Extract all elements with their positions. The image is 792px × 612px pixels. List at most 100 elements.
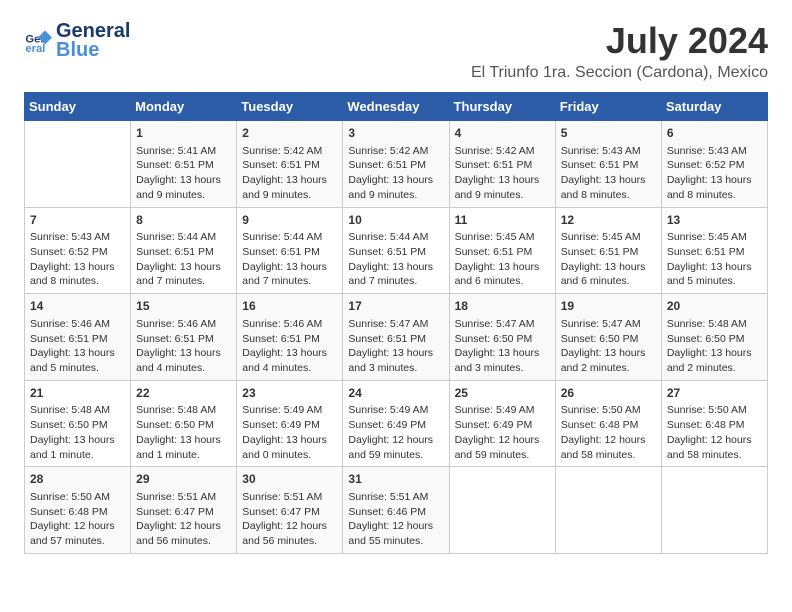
day-info: Sunrise: 5:44 AM Sunset: 6:51 PM Dayligh… xyxy=(242,230,337,289)
day-cell: 13Sunrise: 5:45 AM Sunset: 6:51 PM Dayli… xyxy=(661,207,767,294)
day-number: 16 xyxy=(242,298,337,315)
day-info: Sunrise: 5:42 AM Sunset: 6:51 PM Dayligh… xyxy=(348,144,443,203)
logo: Gen eral General Blue xyxy=(24,20,130,62)
day-info: Sunrise: 5:42 AM Sunset: 6:51 PM Dayligh… xyxy=(455,144,550,203)
day-cell: 20Sunrise: 5:48 AM Sunset: 6:50 PM Dayli… xyxy=(661,294,767,381)
day-info: Sunrise: 5:46 AM Sunset: 6:51 PM Dayligh… xyxy=(136,317,231,376)
day-number: 30 xyxy=(242,471,337,488)
day-number: 9 xyxy=(242,212,337,229)
day-number: 4 xyxy=(455,125,550,142)
day-info: Sunrise: 5:50 AM Sunset: 6:48 PM Dayligh… xyxy=(30,490,125,549)
day-number: 5 xyxy=(561,125,656,142)
day-number: 15 xyxy=(136,298,231,315)
day-info: Sunrise: 5:49 AM Sunset: 6:49 PM Dayligh… xyxy=(455,403,550,462)
day-cell: 3 Sunrise: 5:42 AM Sunset: 6:51 PM Daylig… xyxy=(343,121,449,208)
day-number: 19 xyxy=(561,298,656,315)
month-title: July 2024 xyxy=(471,20,768,62)
day-info: Sunrise: 5:43 AM Sunset: 6:52 PM Dayligh… xyxy=(667,144,762,203)
day-info: Sunrise: 5:41 AM Sunset: 6:51 PM Dayligh… xyxy=(136,144,231,203)
day-number: 3 xyxy=(348,125,443,142)
day-number: 2 xyxy=(242,125,337,142)
day-info: Sunrise: 5:48 AM Sunset: 6:50 PM Dayligh… xyxy=(30,403,125,462)
week-row-5: 28 Sunrise: 5:50 AM Sunset: 6:48 PM Dayli… xyxy=(25,467,768,554)
day-number: 7 xyxy=(30,212,125,229)
day-cell xyxy=(449,467,555,554)
day-number: 11 xyxy=(455,212,550,229)
day-info: Sunrise: 5:47 AM Sunset: 6:50 PM Dayligh… xyxy=(455,317,550,376)
day-cell: 4 Sunrise: 5:42 AM Sunset: 6:51 PM Daylig… xyxy=(449,121,555,208)
day-cell: 18 Sunrise: 5:47 AM Sunset: 6:50 PM Dayli… xyxy=(449,294,555,381)
day-info: Sunrise: 5:46 AM Sunset: 6:51 PM Dayligh… xyxy=(30,317,125,376)
day-info: Sunrise: 5:45 AM Sunset: 6:51 PM Dayligh… xyxy=(561,230,656,289)
column-header-wednesday: Wednesday xyxy=(343,93,449,121)
day-number: 27 xyxy=(667,385,762,402)
day-cell: 24Sunrise: 5:49 AM Sunset: 6:49 PM Dayli… xyxy=(343,380,449,467)
day-cell xyxy=(25,121,131,208)
column-header-monday: Monday xyxy=(131,93,237,121)
day-info: Sunrise: 5:45 AM Sunset: 6:51 PM Dayligh… xyxy=(667,230,762,289)
day-info: Sunrise: 5:49 AM Sunset: 6:49 PM Dayligh… xyxy=(348,403,443,462)
day-cell: 26Sunrise: 5:50 AM Sunset: 6:48 PM Dayli… xyxy=(555,380,661,467)
day-info: Sunrise: 5:51 AM Sunset: 6:47 PM Dayligh… xyxy=(242,490,337,549)
day-number: 22 xyxy=(136,385,231,402)
day-number: 6 xyxy=(667,125,762,142)
day-cell: 1 Sunrise: 5:41 AM Sunset: 6:51 PM Daylig… xyxy=(131,121,237,208)
day-info: Sunrise: 5:51 AM Sunset: 6:47 PM Dayligh… xyxy=(136,490,231,549)
day-number: 10 xyxy=(348,212,443,229)
day-number: 14 xyxy=(30,298,125,315)
day-number: 25 xyxy=(455,385,550,402)
day-info: Sunrise: 5:44 AM Sunset: 6:51 PM Dayligh… xyxy=(136,230,231,289)
week-row-2: 7Sunrise: 5:43 AM Sunset: 6:52 PM Daylig… xyxy=(25,207,768,294)
day-info: Sunrise: 5:49 AM Sunset: 6:49 PM Dayligh… xyxy=(242,403,337,462)
day-info: Sunrise: 5:50 AM Sunset: 6:48 PM Dayligh… xyxy=(667,403,762,462)
calendar-header-row: SundayMondayTuesdayWednesdayThursdayFrid… xyxy=(25,93,768,121)
column-header-saturday: Saturday xyxy=(661,93,767,121)
day-cell: 12Sunrise: 5:45 AM Sunset: 6:51 PM Dayli… xyxy=(555,207,661,294)
day-number: 31 xyxy=(348,471,443,488)
day-cell: 16 Sunrise: 5:46 AM Sunset: 6:51 PM Dayli… xyxy=(237,294,343,381)
day-cell: 15 Sunrise: 5:46 AM Sunset: 6:51 PM Dayli… xyxy=(131,294,237,381)
day-number: 28 xyxy=(30,471,125,488)
day-number: 8 xyxy=(136,212,231,229)
day-info: Sunrise: 5:43 AM Sunset: 6:51 PM Dayligh… xyxy=(561,144,656,203)
day-number: 18 xyxy=(455,298,550,315)
week-row-4: 21Sunrise: 5:48 AM Sunset: 6:50 PM Dayli… xyxy=(25,380,768,467)
calendar-body: 1 Sunrise: 5:41 AM Sunset: 6:51 PM Daylig… xyxy=(25,121,768,554)
day-info: Sunrise: 5:42 AM Sunset: 6:51 PM Dayligh… xyxy=(242,144,337,203)
column-header-tuesday: Tuesday xyxy=(237,93,343,121)
day-cell: 23Sunrise: 5:49 AM Sunset: 6:49 PM Dayli… xyxy=(237,380,343,467)
day-cell: 17 Sunrise: 5:47 AM Sunset: 6:51 PM Dayli… xyxy=(343,294,449,381)
day-cell: 29 Sunrise: 5:51 AM Sunset: 6:47 PM Dayli… xyxy=(131,467,237,554)
day-cell: 14 Sunrise: 5:46 AM Sunset: 6:51 PM Dayli… xyxy=(25,294,131,381)
day-number: 1 xyxy=(136,125,231,142)
calendar: SundayMondayTuesdayWednesdayThursdayFrid… xyxy=(24,92,768,554)
week-row-3: 14 Sunrise: 5:46 AM Sunset: 6:51 PM Dayli… xyxy=(25,294,768,381)
day-number: 12 xyxy=(561,212,656,229)
column-header-friday: Friday xyxy=(555,93,661,121)
day-cell: 30 Sunrise: 5:51 AM Sunset: 6:47 PM Dayli… xyxy=(237,467,343,554)
day-info: Sunrise: 5:46 AM Sunset: 6:51 PM Dayligh… xyxy=(242,317,337,376)
column-header-sunday: Sunday xyxy=(25,93,131,121)
day-info: Sunrise: 5:50 AM Sunset: 6:48 PM Dayligh… xyxy=(561,403,656,462)
day-info: Sunrise: 5:45 AM Sunset: 6:51 PM Dayligh… xyxy=(455,230,550,289)
day-number: 26 xyxy=(561,385,656,402)
svg-text:eral: eral xyxy=(25,43,45,55)
day-info: Sunrise: 5:47 AM Sunset: 6:50 PM Dayligh… xyxy=(561,317,656,376)
day-info: Sunrise: 5:47 AM Sunset: 6:51 PM Dayligh… xyxy=(348,317,443,376)
day-cell: 2 Sunrise: 5:42 AM Sunset: 6:51 PM Daylig… xyxy=(237,121,343,208)
day-number: 24 xyxy=(348,385,443,402)
day-cell xyxy=(555,467,661,554)
day-number: 20 xyxy=(667,298,762,315)
day-cell: 10Sunrise: 5:44 AM Sunset: 6:51 PM Dayli… xyxy=(343,207,449,294)
day-number: 13 xyxy=(667,212,762,229)
day-cell: 28 Sunrise: 5:50 AM Sunset: 6:48 PM Dayli… xyxy=(25,467,131,554)
day-cell: 11Sunrise: 5:45 AM Sunset: 6:51 PM Dayli… xyxy=(449,207,555,294)
day-cell: 8Sunrise: 5:44 AM Sunset: 6:51 PM Daylig… xyxy=(131,207,237,294)
day-number: 17 xyxy=(348,298,443,315)
day-number: 29 xyxy=(136,471,231,488)
day-cell: 22Sunrise: 5:48 AM Sunset: 6:50 PM Dayli… xyxy=(131,380,237,467)
day-cell: 19 Sunrise: 5:47 AM Sunset: 6:50 PM Dayli… xyxy=(555,294,661,381)
day-cell: 27Sunrise: 5:50 AM Sunset: 6:48 PM Dayli… xyxy=(661,380,767,467)
day-cell xyxy=(661,467,767,554)
day-number: 21 xyxy=(30,385,125,402)
